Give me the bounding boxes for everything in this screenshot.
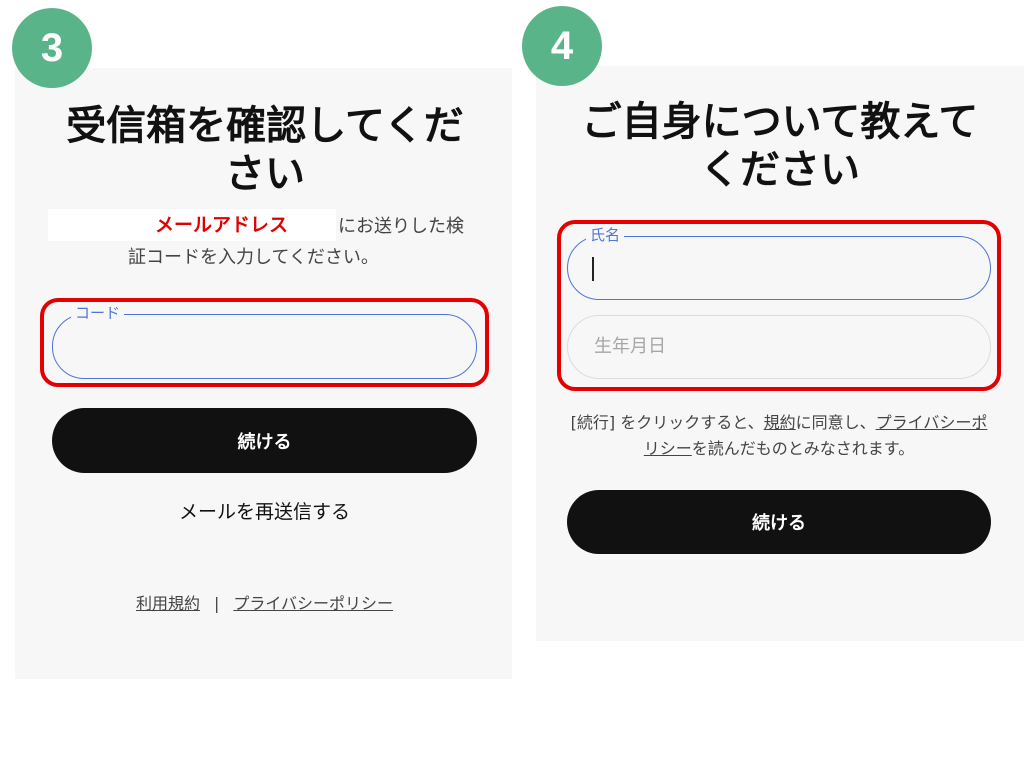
about-you-title-line2: ください [700, 147, 860, 193]
footer-links: 利用規約 | プライバシーポリシー [52, 591, 477, 617]
consent-text-mid: に同意し、 [795, 413, 876, 432]
continue-button-2[interactable]: 続ける [567, 490, 991, 554]
resend-email-link[interactable]: メールを再送信する [52, 498, 477, 526]
consent-terms-link[interactable]: 規約 [764, 413, 796, 432]
step-badge-3: 3 [12, 8, 92, 88]
verify-email-title: 受信箱を確認してくだ さい [55, 102, 475, 198]
consent-text-post: を読んだものとみなされます。 [691, 439, 915, 458]
about-you-title: ご自身について教えて ください [570, 98, 990, 194]
verify-email-title-line2: さい [225, 151, 305, 197]
code-input-label: コード [71, 303, 125, 323]
instruction-text-part2: 証コードを入力してください。 [128, 247, 379, 268]
code-input[interactable]: コード [52, 303, 477, 379]
terms-link[interactable]: 利用規約 [136, 594, 200, 613]
consent-text-pre: [続行] をクリックすると、 [570, 413, 764, 432]
privacy-policy-link[interactable]: プライバシーポリシー [233, 594, 393, 613]
full-name-input[interactable]: 氏名 [567, 225, 991, 300]
step-badge-4: 4 [522, 6, 602, 86]
birthdate-input[interactable]: 生年月日 [567, 315, 991, 379]
consent-text: [続行] をクリックすると、規約に同意し、プライバシーポリシーを読んだものとみな… [566, 410, 992, 462]
verify-email-title-line1: 受信箱を確認してくだ [66, 103, 464, 149]
continue-button[interactable]: 続ける [52, 408, 477, 473]
about-you-title-line1: ご自身について教えて [581, 99, 979, 145]
footer-separator: | [213, 594, 220, 613]
full-name-label: 氏名 [586, 225, 625, 245]
text-cursor [592, 257, 594, 281]
instruction-text-part1: にお送りした検 [338, 216, 464, 237]
email-address-placeholder: メールアドレス [155, 214, 289, 236]
